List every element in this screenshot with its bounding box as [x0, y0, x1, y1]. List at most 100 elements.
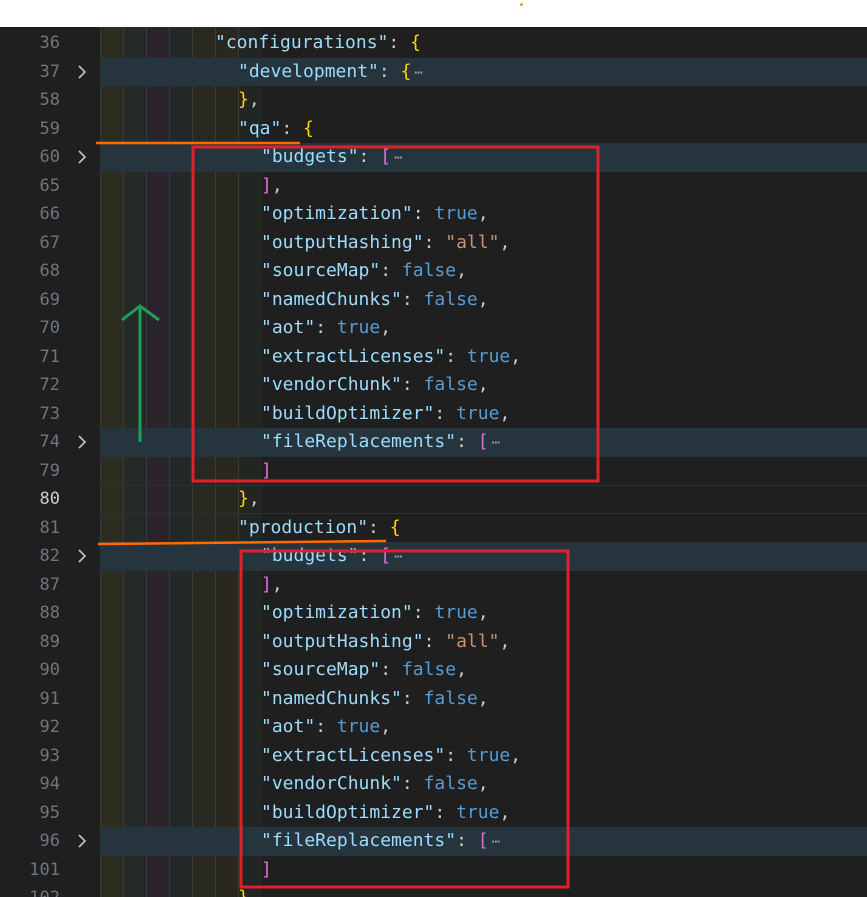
code-text[interactable]: "namedChunks": false,	[261, 286, 489, 315]
code-token: ]	[261, 573, 272, 595]
code-text[interactable]: "extractLicenses": true,	[261, 742, 521, 771]
line-number: 102	[0, 884, 60, 897]
code-text[interactable]: "namedChunks": false,	[261, 685, 489, 714]
code-line[interactable]: 95 "buildOptimizer": true,	[0, 799, 867, 828]
code-line[interactable]: 101]	[0, 856, 867, 885]
code-line[interactable]: 93 "extractLicenses": true,	[0, 742, 867, 771]
code-line[interactable]: 80},	[0, 485, 867, 514]
code-token: "vendorChunk"	[261, 374, 402, 395]
code-token: "namedChunks"	[261, 687, 402, 709]
code-text[interactable]: "qa": {	[238, 115, 314, 144]
code-text[interactable]: "vendorChunk": false,	[261, 371, 489, 400]
code-text[interactable]: "aot": true,	[261, 713, 391, 742]
code-line[interactable]: 37 "development": {⋯	[0, 57, 867, 88]
code-token: :	[378, 60, 401, 82]
code-text[interactable]: "production": {	[238, 514, 401, 543]
code-line[interactable]: 89 "outputHashing": "all",	[0, 628, 867, 657]
code-line[interactable]: 70 "aot": true,	[0, 314, 867, 343]
code-line[interactable]: 72 "vendorChunk": false,	[0, 371, 867, 400]
code-token: :	[423, 231, 446, 253]
code-line[interactable]: 87],	[0, 571, 867, 600]
code-token: :	[380, 659, 402, 680]
code-token: :	[401, 374, 424, 395]
code-token: ,	[477, 374, 489, 395]
code-line[interactable]: 88 "optimization": true,	[0, 599, 867, 628]
code-line[interactable]: 96 "fileReplacements": [⋯	[0, 827, 867, 856]
code-line[interactable]: 60 "budgets": [⋯	[0, 143, 867, 172]
code-token: "production"	[238, 516, 369, 538]
code-line[interactable]: 69 "namedChunks": false,	[0, 286, 867, 315]
code-token[interactable]: ⋯	[492, 834, 500, 850]
chevron-right-icon[interactable]	[74, 143, 90, 171]
code-editor[interactable]: 36 "configurations": {37 "development": {⋯…	[0, 27, 867, 897]
code-line[interactable]: 82 "budgets": [⋯	[0, 542, 867, 571]
code-text[interactable]: "buildOptimizer": true,	[261, 799, 510, 828]
code-line[interactable]: 102}	[0, 884, 867, 897]
code-token: false	[423, 773, 478, 794]
code-token: :	[358, 146, 381, 167]
code-token: :	[401, 288, 424, 310]
code-text[interactable]: "fileReplacements": [⋯	[261, 827, 500, 857]
code-text[interactable]: "fileReplacements": [⋯	[261, 428, 500, 458]
code-line[interactable]: 91 "namedChunks": false,	[0, 685, 867, 714]
code-line[interactable]: 66 "optimization": true,	[0, 200, 867, 229]
code-token: :	[380, 260, 402, 281]
code-token[interactable]: ⋯	[414, 65, 422, 81]
code-text[interactable]: "sourceMap": false,	[261, 656, 467, 685]
code-text[interactable]: "configurations": {	[215, 29, 421, 58]
code-token: ,	[456, 659, 467, 680]
code-text[interactable]: "sourceMap": false,	[261, 257, 467, 286]
code-text[interactable]: ]	[261, 457, 272, 486]
code-text[interactable]: "optimization": true,	[261, 200, 489, 229]
code-text[interactable]: "extractLicenses": true,	[261, 343, 521, 372]
code-line[interactable]: 90 "sourceMap": false,	[0, 656, 867, 685]
line-number: 74	[39, 432, 60, 452]
code-text[interactable]: ],	[261, 172, 283, 201]
code-text[interactable]: "buildOptimizer": true,	[261, 400, 510, 429]
code-line[interactable]: 68 "sourceMap": false,	[0, 257, 867, 286]
code-token: ,	[477, 203, 489, 224]
code-line[interactable]: 73 "buildOptimizer": true,	[0, 400, 867, 429]
code-line[interactable]: 79]	[0, 457, 867, 486]
code-line[interactable]: 36 "configurations": {	[0, 29, 867, 58]
line-number: 81	[39, 517, 60, 538]
code-token[interactable]: ⋯	[492, 435, 500, 451]
line-number: 92	[39, 717, 60, 737]
code-token[interactable]: ⋯	[394, 549, 402, 565]
code-token: "all"	[445, 231, 500, 253]
code-text[interactable]: "outputHashing": "all",	[261, 229, 510, 258]
code-text[interactable]: "aot": true,	[261, 314, 391, 343]
code-line[interactable]: 67 "outputHashing": "all",	[0, 229, 867, 258]
code-line[interactable]: 58},	[0, 86, 867, 115]
code-line[interactable]: 65],	[0, 172, 867, 201]
code-line[interactable]: 94 "vendorChunk": false,	[0, 770, 867, 799]
code-token: "namedChunks"	[261, 288, 402, 310]
code-text[interactable]: "budgets": [⋯	[261, 143, 403, 173]
code-text[interactable]: ]	[261, 856, 272, 885]
chevron-right-icon[interactable]	[74, 58, 90, 86]
code-line[interactable]: 59 "qa": {	[0, 115, 867, 144]
code-text[interactable]: }	[238, 884, 249, 897]
line-number: 94	[39, 774, 60, 794]
code-text[interactable]: ],	[261, 571, 283, 600]
code-text[interactable]: "outputHashing": "all",	[261, 628, 510, 657]
code-line[interactable]: 71 "extractLicenses": true,	[0, 343, 867, 372]
chevron-right-icon[interactable]	[74, 428, 90, 456]
line-number: 60	[39, 147, 60, 167]
code-token: ,	[510, 744, 522, 766]
code-text[interactable]: "development": {⋯	[238, 58, 423, 88]
code-line[interactable]: 81 "production": {	[0, 514, 867, 543]
code-text[interactable]: },	[238, 86, 260, 115]
code-token: "optimization"	[261, 602, 413, 623]
code-token[interactable]: ⋯	[394, 150, 402, 166]
code-text[interactable]: "budgets": [⋯	[261, 542, 403, 572]
code-token: "budgets"	[261, 146, 359, 167]
chevron-right-icon[interactable]	[74, 827, 90, 855]
code-line[interactable]: 74 "fileReplacements": [⋯	[0, 428, 867, 457]
chevron-right-icon[interactable]	[74, 542, 90, 570]
code-text[interactable]: },	[238, 485, 260, 514]
code-text[interactable]: "optimization": true,	[261, 599, 489, 628]
line-number: 58	[39, 90, 60, 110]
code-text[interactable]: "vendorChunk": false,	[261, 770, 489, 799]
code-line[interactable]: 92 "aot": true,	[0, 713, 867, 742]
